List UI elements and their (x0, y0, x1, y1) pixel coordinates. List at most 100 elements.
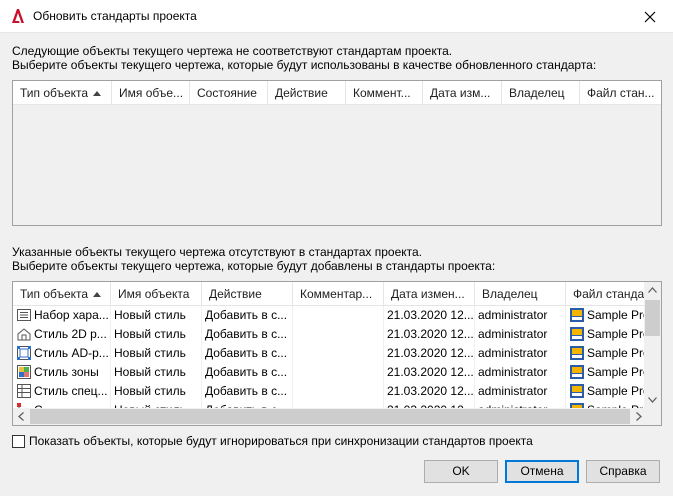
standards-file-icon (570, 384, 584, 398)
grid2-header: Тип объекта Имя объекта Действие Коммент… (13, 282, 647, 306)
section1-description: Следующие объекты текущего чертежа не со… (12, 44, 596, 72)
table-row[interactable]: С...Новый стильДобавить в с... 21.03.2020… (13, 401, 647, 408)
cell-action: Добавить в с... (202, 382, 293, 401)
grid1-col-status[interactable]: Состояние (190, 81, 268, 105)
cell-type: Набор хара... (13, 306, 111, 325)
grid2-horizontal-scroll-thumb[interactable] (30, 409, 630, 424)
schedule-style-icon (17, 384, 31, 398)
grid2-vertical-scroll-thumb[interactable] (645, 300, 660, 336)
cell-type: Стиль спец... (13, 382, 111, 401)
grid1-col-name[interactable]: Имя объе... (112, 81, 190, 105)
cell-file: Sample Pro (566, 363, 647, 382)
table-row[interactable]: Набор хара... Новый стиль Добавить в с... 2… (13, 306, 647, 325)
sort-ascending-icon (93, 91, 102, 96)
cell-text: administrator (478, 365, 548, 379)
cell-action: Добавить в с... (202, 363, 293, 382)
section2-line1: Указанные объекты текущего чертежа отсут… (12, 245, 422, 259)
cell-text: Стиль AD-р... (34, 346, 109, 360)
table-row[interactable]: Стиль зоны Новый стиль Добавить в с... 21.0… (13, 363, 647, 382)
grid1-col-owner[interactable]: Владелец (502, 81, 580, 105)
scroll-up-icon[interactable] (648, 287, 657, 293)
cell-text: Sample Pro (587, 346, 647, 360)
grid2-col-type[interactable]: Тип объекта (13, 282, 111, 306)
table-row[interactable]: Стиль 2D р... Новый стиль Добавить в с... 2… (13, 325, 647, 344)
nonconforming-objects-grid[interactable]: Тип объекта Имя объе... Состояние Действ… (12, 80, 662, 226)
section2-description: Указанные объекты текущего чертежа отсут… (12, 245, 495, 273)
cell-text: Добавить в с... (205, 346, 288, 360)
grid2-horizontal-scrollbar[interactable] (13, 408, 647, 425)
cell-text: Sample Pro (587, 365, 647, 379)
section2-line2: Выберите объекты текущего чертежа, котор… (12, 259, 496, 273)
grid2-col-date[interactable]: Дата измен... (384, 282, 475, 306)
table-row[interactable]: Стиль спец... Новый стиль Добавить в с... 2… (13, 382, 647, 401)
cell-name: Новый стиль (111, 363, 202, 382)
cell-type: Стиль зоны (13, 363, 111, 382)
cell-date: 21.03.2020 12... (384, 382, 475, 401)
cell-date: 21.03.2020 12... (384, 306, 475, 325)
cell-date: 21.03.2020 12... (384, 363, 475, 382)
cell-text: Добавить в с... (205, 327, 288, 341)
grid2-vertical-scrollbar[interactable] (644, 282, 661, 408)
show-ignored-checkbox[interactable] (12, 434, 25, 448)
cell-text: Добавить в с... (205, 365, 288, 379)
grid2-col-file[interactable]: Файл станда... (566, 282, 647, 306)
grid2-col-action[interactable]: Действие (202, 282, 293, 306)
standards-file-icon (570, 327, 584, 341)
grid1-col-file[interactable]: Файл стан... (580, 81, 661, 105)
cell-owner: administrator (475, 382, 566, 401)
cell-name: Новый стиль (111, 382, 202, 401)
grid1-header: Тип объекта Имя объе... Состояние Действ… (13, 81, 661, 105)
ok-button[interactable]: OK (424, 460, 498, 483)
cell-type: Стиль 2D р... (13, 325, 111, 344)
cell-name: Новый стиль (111, 325, 202, 344)
cell-name: Новый стиль (111, 306, 202, 325)
scroll-down-icon[interactable] (648, 397, 657, 403)
cell-text: Стиль зоны (34, 365, 99, 379)
missing-objects-grid[interactable]: Тип объекта Имя объекта Действие Коммент… (12, 281, 662, 426)
cell-text: Новый стиль (114, 384, 186, 398)
grid1-col-date[interactable]: Дата изм... (423, 81, 502, 105)
cancel-button[interactable]: Отмена (505, 460, 579, 483)
grid1-col-type[interactable]: Тип объекта (13, 81, 112, 105)
help-button[interactable]: Справка (586, 460, 660, 483)
grid2-col-comment[interactable]: Комментар... (293, 282, 384, 306)
cell-text: administrator (478, 327, 548, 341)
grid2-col-name[interactable]: Имя объекта (111, 282, 202, 306)
cell-name: Новый стиль (111, 401, 202, 408)
cell-text: Добавить в с... (205, 384, 288, 398)
cell-text: Sample Pro (587, 327, 647, 341)
standards-file-icon (570, 365, 584, 379)
grid2-col-owner[interactable]: Владелец (475, 282, 566, 306)
zone-style-icon (17, 365, 31, 379)
scrollbar-corner (644, 408, 661, 425)
title-bar: Обновить стандарты проекта (0, 0, 673, 33)
cell-text: 21.03.2020 12... (387, 327, 474, 341)
sort-ascending-icon (93, 292, 102, 297)
show-ignored-checkbox-row[interactable]: Показать объекты, которые будут игнориро… (12, 434, 533, 448)
scroll-left-icon[interactable] (18, 412, 24, 421)
cell-text: Новый стиль (114, 365, 186, 379)
grid1-col-comment[interactable]: Коммент... (346, 81, 423, 105)
grid1-col-action[interactable]: Действие (268, 81, 346, 105)
cell-action: Добавить в с... (202, 325, 293, 344)
cell-file: Sample Pro (566, 401, 647, 408)
cell-type: С... (13, 401, 111, 408)
ad-style-icon (17, 346, 31, 360)
cell-owner: administrator (475, 344, 566, 363)
table-row[interactable]: Стиль AD-р... Новый стиль Добавить в с... 2… (13, 344, 647, 363)
cell-text: 21.03.2020 12... (387, 365, 474, 379)
cell-owner: administrator (475, 401, 566, 408)
cell-text: Стиль спец... (34, 384, 108, 398)
standards-file-icon (570, 346, 584, 360)
close-button[interactable] (627, 0, 673, 33)
cell-date: 21.03.2020 12... (384, 344, 475, 363)
cell-type: Стиль AD-р... (13, 344, 111, 363)
cell-text: 21.03.2020 12... (387, 308, 474, 322)
cell-text: Стиль 2D р... (34, 327, 107, 341)
cell-text: Sample Pro (587, 384, 647, 398)
scroll-right-icon[interactable] (636, 412, 642, 421)
cell-name: Новый стиль (111, 344, 202, 363)
cell-owner: administrator (475, 306, 566, 325)
cell-text: administrator (478, 346, 548, 360)
cell-owner: administrator (475, 363, 566, 382)
